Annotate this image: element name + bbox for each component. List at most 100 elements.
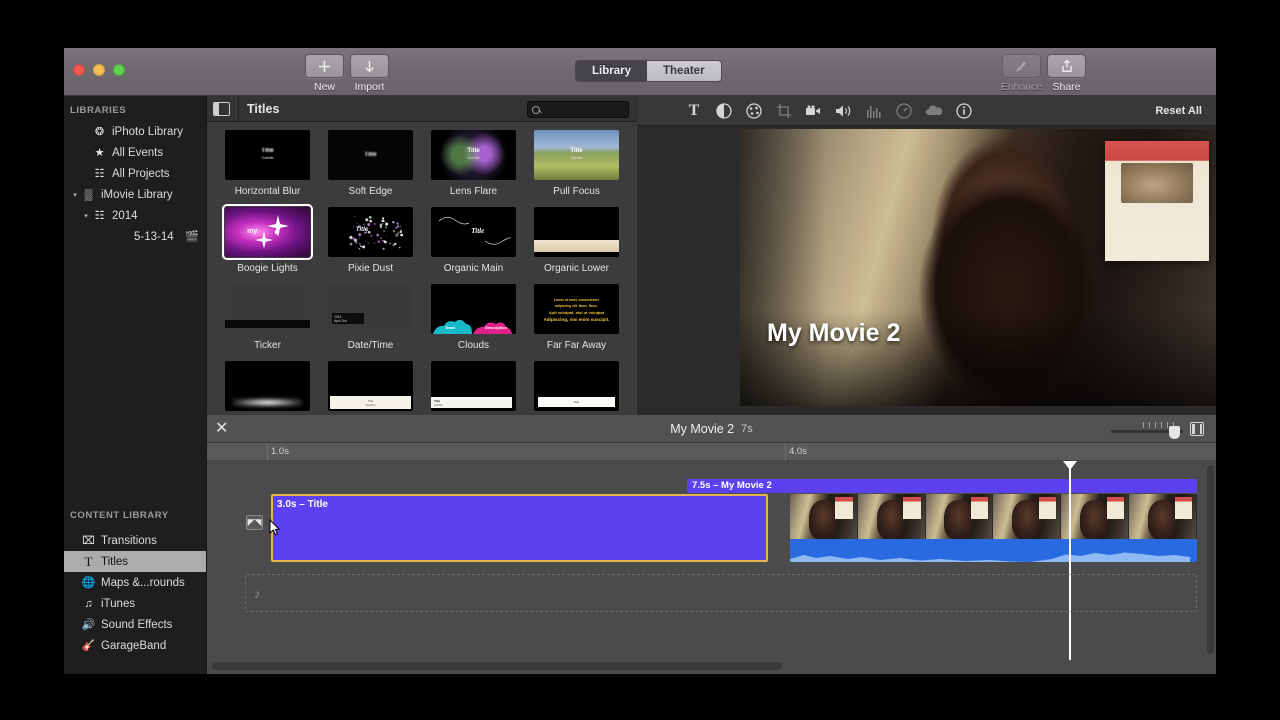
timeline-horizontal-scrollbar[interactable]	[212, 662, 782, 670]
title-item-organic-lower[interactable]: Organic Lower	[525, 207, 628, 274]
trim-handle-icon[interactable]: ◤◥	[246, 515, 263, 530]
plus-icon	[305, 54, 344, 78]
content-item-maps-rounds[interactable]: 🌐 Maps &...rounds	[64, 572, 206, 593]
title-item-ticker[interactable]: Ticker	[216, 284, 319, 351]
title-item-row4-12[interactable]	[216, 361, 319, 417]
title-item-organic-main[interactable]: Title Organic Main	[422, 207, 525, 274]
title-item-pixie-dust[interactable]: Title Pixie Dust	[319, 207, 422, 274]
new-button[interactable]: New	[305, 54, 344, 93]
import-button[interactable]: Import	[350, 54, 389, 93]
filmstrip-frame	[858, 494, 926, 539]
content-item-sound-effects[interactable]: 🔊 Sound Effects	[64, 614, 206, 635]
share-box-icon	[1047, 54, 1086, 78]
title-item-date-time[interactable]: 2014 April 3rd Date/Time	[319, 284, 422, 351]
thumbnail-subtitle-text: Subtitle	[571, 156, 583, 160]
title-item-far-far-away[interactable]: _______ Lorem ut amet, consectetuer adipi…	[525, 284, 628, 351]
timeline-zoom-controls	[1111, 422, 1204, 436]
divider	[238, 96, 239, 122]
video-filmstrip	[790, 494, 1197, 539]
sidebar-item-label: 2014	[112, 210, 138, 222]
zoom-window-button[interactable]	[113, 64, 125, 76]
tab-library[interactable]: Library	[576, 61, 647, 81]
projects-icon: ☷	[92, 167, 107, 180]
timeline-vertical-scrollbar[interactable]	[1207, 465, 1214, 654]
window-titlebar: New Import Library Theater Enhance Share	[64, 48, 1216, 96]
playhead[interactable]	[1069, 461, 1071, 660]
volume-icon[interactable]	[829, 99, 859, 123]
stabilization-icon[interactable]	[799, 99, 829, 123]
title-item-lens-flare[interactable]: Title Subtitle Lens Flare	[422, 130, 525, 197]
clip-size-slider[interactable]	[1111, 422, 1183, 436]
project-duration-bar: 7.5s – My Movie 2	[687, 479, 1197, 493]
title-item-row4-15[interactable]: Title	[525, 361, 628, 417]
search-field[interactable]	[527, 101, 629, 118]
sidebar-item-label: iTunes	[101, 598, 135, 610]
toolbar-left-group: New Import	[305, 54, 389, 93]
thumbnail-title-text: Title	[356, 227, 368, 233]
filmstrip-frame	[926, 494, 994, 539]
timeline-panel: ✕ My Movie 2 7s 1.0s 4.0s 7.5s – My Movi…	[207, 415, 1216, 674]
search-input[interactable]	[545, 104, 623, 116]
share-button[interactable]: Share	[1047, 54, 1086, 93]
audio-waveform-track[interactable]	[790, 539, 1197, 562]
clapperboard-icon: 🎬	[185, 230, 199, 243]
title-thumbnail: Title Subtitle	[225, 130, 310, 180]
content-item-titles[interactable]: T Titles	[64, 551, 206, 572]
list-grid-toggle-icon[interactable]	[213, 102, 230, 116]
enhance-button[interactable]: Enhance	[1002, 54, 1041, 93]
close-x-icon[interactable]: ✕	[215, 421, 228, 437]
music-drop-zone[interactable]: ♪	[245, 574, 1197, 612]
title-item-label: Pull Focus	[525, 186, 628, 197]
title-item-horizontal-blur[interactable]: Title Subtitle Horizontal Blur	[216, 130, 319, 197]
title-thumbnail: Title	[328, 207, 413, 257]
title-item-clouds[interactable]: Team Description Clouds	[422, 284, 525, 351]
sidebar-item-2014[interactable]: ▾ ☷ 2014	[64, 205, 206, 226]
video-preview[interactable]: My Movie 2	[740, 129, 1216, 406]
title-item-soft-edge[interactable]: Title Soft Edge	[319, 130, 422, 197]
viewer-panel: T Reset All My Movie 2	[637, 96, 1216, 415]
sidebar-item-imovie-library[interactable]: ▾ ▒ iMovie Library	[64, 184, 206, 205]
title-t-icon: T	[81, 554, 96, 570]
sidebar-item-all-projects[interactable]: ☷ All Projects	[64, 163, 206, 184]
globe-icon: 🌐	[81, 576, 96, 589]
title-item-boogie-lights[interactable]: my Boogie Lights	[216, 207, 319, 274]
content-item-transitions[interactable]: ⌧ Transitions	[64, 530, 206, 551]
thumbnail-subtitle-text: Subtitle	[262, 156, 274, 160]
sidebar: LIBRARIES ❂ iPhoto Library ★ All Events ☷ All…	[64, 96, 207, 674]
reset-all-button[interactable]: Reset All	[1155, 105, 1202, 117]
title-clip[interactable]: 3.0s – Title	[271, 494, 768, 562]
title-item-pull-focus[interactable]: Title Subtitle Pull Focus	[525, 130, 628, 197]
crop-icon[interactable]	[769, 99, 799, 123]
noise-reduction-icon[interactable]	[919, 99, 949, 123]
equalizer-icon[interactable]	[859, 99, 889, 123]
sidebar-item-5-13-14[interactable]: 5-13-14 🎬	[64, 226, 206, 247]
color-correction-icon[interactable]	[739, 99, 769, 123]
tab-theater[interactable]: Theater	[647, 61, 721, 81]
slider-knob[interactable]	[1169, 426, 1180, 439]
close-window-button[interactable]	[73, 64, 85, 76]
disclosure-triangle-icon[interactable]: ▾	[70, 191, 80, 199]
sidebar-item-all-events[interactable]: ★ All Events	[64, 142, 206, 163]
speed-icon[interactable]	[889, 99, 919, 123]
speaker-icon: 🔊	[81, 618, 96, 631]
video-clip[interactable]	[790, 494, 1197, 562]
timeline-header: ✕ My Movie 2 7s	[207, 415, 1216, 443]
sidebar-item-iphoto-library[interactable]: ❂ iPhoto Library	[64, 121, 206, 142]
title-item-label: Organic Lower	[525, 263, 628, 274]
content-item-garageband[interactable]: 🎸 GarageBand	[64, 635, 206, 656]
library-theater-segmented-control[interactable]: Library Theater	[575, 60, 722, 82]
color-balance-icon[interactable]	[709, 99, 739, 123]
title-thumbnail	[534, 207, 619, 257]
title-item-row4-13[interactable]: Title Subtitle	[319, 361, 422, 417]
thumbnail-title-text: my	[247, 228, 257, 235]
title-item-row4-14[interactable]: Title Subtitle	[422, 361, 525, 417]
info-icon[interactable]	[949, 99, 979, 123]
title-adjust-icon[interactable]: T	[679, 99, 709, 123]
disclosure-triangle-icon[interactable]: ▾	[81, 212, 91, 220]
filmstrip-settings-icon[interactable]	[1190, 422, 1204, 436]
minimize-window-button[interactable]	[93, 64, 105, 76]
ruler-mark: 4.0s	[789, 446, 807, 457]
timeline-ruler[interactable]: 1.0s 4.0s	[207, 443, 1216, 461]
content-item-itunes[interactable]: ♫ iTunes	[64, 593, 206, 614]
title-item-label: Date/Time	[319, 340, 422, 351]
